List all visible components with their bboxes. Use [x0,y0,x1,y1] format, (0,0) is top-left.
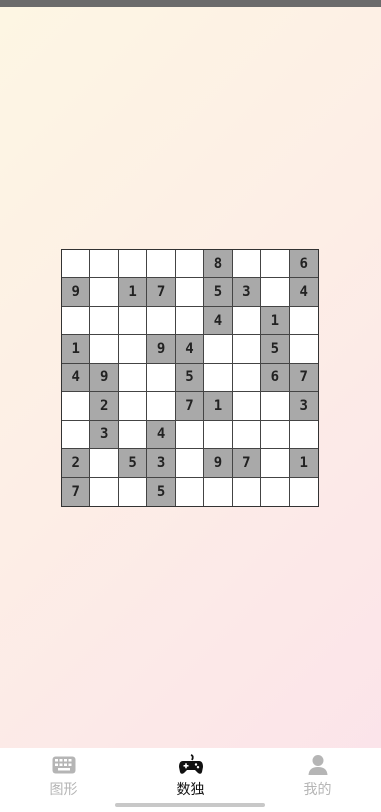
sudoku-cell[interactable] [90,335,119,364]
sudoku-cell[interactable] [90,477,119,506]
home-indicator [115,803,265,807]
sudoku-cell: 5 [204,278,233,307]
tab-sudoku[interactable]: 数独 [127,748,254,804]
sudoku-cell[interactable] [261,278,290,307]
sudoku-cell: 6 [261,363,290,393]
sudoku-cell[interactable] [175,420,205,450]
sudoku-cell[interactable] [175,278,205,307]
sudoku-cell: 5 [147,477,176,506]
tab-shapes[interactable]: 图形 [0,748,127,804]
sudoku-cell[interactable] [175,250,205,279]
sudoku-cell[interactable] [204,420,233,450]
gamepad-icon [178,753,204,777]
sudoku-cell: 2 [90,392,119,421]
sudoku-cell: 7 [62,477,91,506]
sudoku-cell[interactable] [62,392,91,421]
sudoku-cell[interactable] [232,363,262,393]
sudoku-cell[interactable] [175,306,205,336]
tab-sudoku-label: 数独 [176,782,205,798]
sudoku-cell: 7 [175,392,205,421]
sudoku-cell[interactable] [118,250,148,279]
sudoku-cell: 5 [118,449,148,478]
sudoku-cell: 4 [204,306,233,336]
sudoku-cell[interactable] [62,420,91,450]
sudoku-cell: 3 [147,449,176,478]
sudoku-cell[interactable] [62,306,91,336]
sudoku-cell[interactable] [204,363,233,393]
status-bar [0,0,381,7]
sudoku-cell[interactable] [261,392,290,421]
sudoku-cell: 1 [118,278,148,307]
sudoku-cell[interactable] [289,477,318,506]
sudoku-cell[interactable] [118,477,148,506]
sudoku-cell: 1 [204,392,233,421]
sudoku-cell: 3 [289,392,318,421]
sudoku-cell[interactable] [261,250,290,279]
sudoku-cell: 8 [204,250,233,279]
sudoku-cell[interactable] [261,449,290,478]
sudoku-cell: 4 [147,420,176,450]
sudoku-board: 869175344119454956727133425397175 [61,249,319,507]
sudoku-cell[interactable] [147,392,176,421]
sudoku-cell: 1 [62,335,91,364]
sudoku-cell: 5 [175,363,205,393]
sudoku-cell: 3 [232,278,262,307]
sudoku-cell: 1 [261,306,290,336]
sudoku-cell[interactable] [289,420,318,450]
sudoku-cell[interactable] [175,449,205,478]
sudoku-cell[interactable] [118,306,148,336]
sudoku-cell[interactable] [204,477,233,506]
sudoku-cell: 9 [204,449,233,478]
tab-profile-label: 我的 [303,782,332,798]
sudoku-cell[interactable] [90,306,119,336]
keyboard-icon [51,753,77,777]
sudoku-cell[interactable] [118,335,148,364]
sudoku-cell: 4 [62,363,91,393]
sudoku-cell[interactable] [232,477,262,506]
sudoku-cell[interactable] [232,250,262,279]
tab-shapes-label: 图形 [49,782,78,798]
sudoku-cell[interactable] [90,449,119,478]
sudoku-cell: 4 [289,278,318,307]
sudoku-cell[interactable] [232,420,262,450]
sudoku-cell: 4 [175,335,205,364]
sudoku-cell: 2 [62,449,91,478]
sudoku-cell[interactable] [147,306,176,336]
tab-profile[interactable]: 我的 [254,748,381,804]
sudoku-cell[interactable] [90,250,119,279]
sudoku-cell[interactable] [289,306,318,336]
sudoku-cell[interactable] [62,250,91,279]
person-icon [305,753,331,777]
sudoku-cell: 9 [62,278,91,307]
sudoku-cell: 9 [147,335,176,364]
sudoku-cell[interactable] [147,250,176,279]
sudoku-cell[interactable] [118,392,148,421]
sudoku-cell[interactable] [204,335,233,364]
sudoku-cell: 5 [261,335,290,364]
sudoku-cell: 1 [289,449,318,478]
sudoku-cell: 9 [90,363,119,393]
sudoku-cell[interactable] [118,420,148,450]
sudoku-cell: 7 [232,449,262,478]
sudoku-cell[interactable] [175,477,205,506]
sudoku-cell[interactable] [232,335,262,364]
sudoku-cell[interactable] [90,278,119,307]
sudoku-cell[interactable] [261,477,290,506]
sudoku-cell: 7 [289,363,318,393]
sudoku-cell[interactable] [232,392,262,421]
sudoku-cell[interactable] [289,335,318,364]
sudoku-cell: 3 [90,420,119,450]
sudoku-cell[interactable] [147,363,176,393]
sudoku-cell[interactable] [261,420,290,450]
sudoku-cell: 6 [289,250,318,279]
sudoku-cell[interactable] [118,363,148,393]
sudoku-cell: 7 [147,278,176,307]
sudoku-cell[interactable] [232,306,262,336]
